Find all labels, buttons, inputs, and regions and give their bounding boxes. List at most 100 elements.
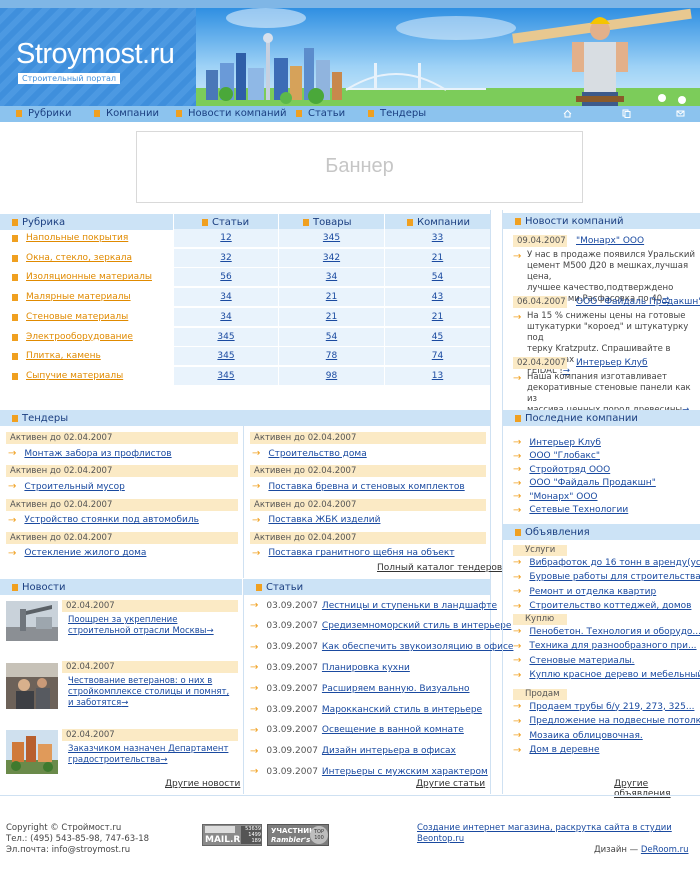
studio-link[interactable]: Создание интернет магазина, раскрутка са…	[417, 823, 700, 845]
rubric-companies-count[interactable]: 21	[385, 308, 490, 327]
other-ads-link[interactable]: Другие объявления	[614, 779, 700, 799]
article-item[interactable]: → 03.09.2007 Средиземноморский стиль в инт…	[250, 621, 511, 632]
home-icon[interactable]	[563, 109, 572, 118]
tender-link[interactable]: Устройство стоянки под автомобиль	[24, 515, 199, 525]
tender-item[interactable]: → Остекление жилого дома	[8, 548, 146, 559]
ad-link[interactable]: Дом в деревне	[529, 745, 599, 755]
news-photo-2[interactable]	[6, 663, 58, 709]
rubric-link[interactable]: Электрооборудование	[26, 328, 133, 347]
rubric-link[interactable]: Плитка, камень	[26, 347, 101, 366]
ad-link[interactable]: Мозаика облицовочная.	[529, 731, 642, 741]
ad-link[interactable]: Буровые работы для строительства...	[529, 572, 700, 582]
article-item[interactable]: → 03.09.2007 Как обеспечить звукоизоляцию …	[250, 642, 513, 653]
tender-link[interactable]: Поставка бревна и стеновых комплектов	[268, 482, 464, 492]
rubric-link[interactable]: Окна, стекло, зеркала	[26, 249, 132, 268]
rubric-link[interactable]: Изоляционные материалы	[26, 268, 152, 287]
other-news-link[interactable]: Другие новости	[165, 779, 240, 789]
company-link[interactable]: ООО "Глобакс"	[529, 451, 600, 461]
tenders-catalog-link[interactable]: Полный каталог тендеров	[377, 563, 502, 573]
ad-item[interactable]: → Куплю красное дерево и мебельный...	[513, 670, 700, 681]
article-link[interactable]: Освещение в ванной комнате	[322, 725, 464, 735]
mailru-counter[interactable]: MAIL.RU 53639 1499 189	[202, 824, 262, 846]
ad-item[interactable]: → Продаем трубы б/у 219, 273, 325...	[513, 701, 694, 712]
latest-company-item[interactable]: → "Монарх" ООО	[513, 491, 598, 502]
rubric-companies-count[interactable]: 45	[385, 328, 490, 347]
logo[interactable]: Stroymost.ru Строительный портал	[0, 8, 196, 106]
other-articles-link[interactable]: Другие статьи	[416, 779, 485, 789]
article-item[interactable]: → 03.09.2007 Марокканский стиль в интерьер…	[250, 704, 482, 715]
company-news-company-link[interactable]: Интерьер Клуб	[576, 358, 648, 368]
article-link[interactable]: Лестницы и ступеньки в ландшафте	[322, 601, 497, 611]
company-news-company-link[interactable]: "Монарх" ООО	[576, 236, 644, 246]
news-photo-3[interactable]	[6, 730, 58, 774]
company-link[interactable]: "Монарх" ООО	[529, 492, 597, 502]
ad-item[interactable]: → Вибрафоток до 16 тонн в аренду(услуги)	[513, 557, 700, 568]
tender-item[interactable]: → Поставка ЖБК изделий	[252, 515, 380, 526]
rubric-companies-count[interactable]: 21	[385, 249, 490, 268]
rubric-link[interactable]: Сыпучие материалы	[26, 367, 123, 386]
ad-item[interactable]: → Дом в деревне	[513, 745, 599, 756]
rubric-articles-count[interactable]: 345	[174, 367, 278, 386]
tender-link[interactable]: Поставка гранитного щебня на объект	[268, 548, 454, 558]
rubric-goods-count[interactable]: 78	[279, 347, 384, 366]
tender-link[interactable]: Поставка ЖБК изделий	[268, 515, 380, 525]
ad-link[interactable]: Предложение на подвесные потолки...	[529, 716, 700, 726]
latest-company-item[interactable]: → Стройотряд ООО	[513, 464, 610, 475]
ad-link[interactable]: Вибрафоток до 16 тонн в аренду(услуги)	[529, 558, 700, 568]
tender-item[interactable]: → Строительство дома	[252, 448, 367, 459]
rubric-articles-count[interactable]: 345	[174, 328, 278, 347]
tender-link[interactable]: Строительство дома	[268, 449, 366, 459]
article-link[interactable]: Дизайн интерьера в офисах	[322, 746, 456, 756]
article-item[interactable]: → 03.09.2007 Освещение в ванной комнате	[250, 725, 464, 736]
article-link[interactable]: Интерьеры с мужским характером	[322, 767, 488, 777]
article-item[interactable]: → 03.09.2007 Лестницы и ступеньки в ландша…	[250, 600, 497, 611]
rubric-name[interactable]: Сыпучие материалы	[12, 367, 123, 386]
copy-icon[interactable]	[622, 109, 631, 118]
rubric-companies-count[interactable]: 74	[385, 347, 490, 366]
tender-item[interactable]: → Устройство стоянки под автомобиль	[8, 515, 199, 526]
tender-link[interactable]: Монтаж забора из профлистов	[24, 449, 171, 459]
footer-email[interactable]: Эл.почта: info@stroymost.ru	[6, 845, 130, 856]
company-link[interactable]: Интерьер Клуб	[529, 438, 601, 448]
ad-link[interactable]: Техника для разнообразного при...	[529, 641, 696, 651]
nav-item-companies[interactable]: Компании	[94, 108, 159, 119]
tender-item[interactable]: → Поставка гранитного щебня на объект	[252, 548, 455, 559]
rubric-goods-count[interactable]: 34	[279, 268, 384, 287]
news-photo-1[interactable]	[6, 601, 58, 641]
ad-link[interactable]: Ремонт и отделка квартир	[529, 587, 656, 597]
rubric-companies-count[interactable]: 54	[385, 268, 490, 287]
rubric-name[interactable]: Окна, стекло, зеркала	[12, 249, 132, 268]
ad-item[interactable]: → Строительство коттеджей, домов	[513, 601, 691, 612]
rubric-link[interactable]: Малярные материалы	[26, 288, 131, 307]
ad-item[interactable]: → Буровые работы для строительства...	[513, 572, 700, 583]
company-link[interactable]: ООО "Файдаль Продакшн"	[529, 478, 655, 488]
rubric-goods-count[interactable]: 98	[279, 367, 384, 386]
article-link[interactable]: Расширяем ванную. Визуально	[322, 684, 470, 694]
rubric-goods-count[interactable]: 345	[279, 229, 384, 248]
rubric-companies-count[interactable]: 13	[385, 367, 490, 386]
rubric-articles-count[interactable]: 345	[174, 347, 278, 366]
company-link[interactable]: Стройотряд ООО	[529, 465, 610, 475]
rubric-goods-count[interactable]: 342	[279, 249, 384, 268]
ad-link[interactable]: Пенобетон. Технология и оборудо...	[529, 627, 700, 637]
rubric-name[interactable]: Электрооборудование	[12, 328, 133, 347]
ad-item[interactable]: → Пенобетон. Технология и оборудо...	[513, 626, 700, 637]
ad-link[interactable]: Продаем трубы б/у 219, 273, 325...	[529, 702, 694, 712]
banner-ad[interactable]: Баннер	[136, 131, 583, 203]
rubric-articles-count[interactable]: 34	[174, 288, 278, 307]
rubric-name[interactable]: Напольные покрытия	[12, 229, 128, 248]
rubric-goods-count[interactable]: 54	[279, 328, 384, 347]
nav-item-company-news[interactable]: Новости компаний	[176, 108, 287, 119]
tender-link[interactable]: Остекление жилого дома	[24, 548, 146, 558]
news-link[interactable]: Чествование ветеранов: о них в стройкомпл…	[68, 676, 238, 709]
latest-company-item[interactable]: → ООО "Файдаль Продакшн"	[513, 478, 656, 489]
ad-item[interactable]: → Техника для разнообразного при...	[513, 641, 697, 652]
company-news-company-link[interactable]: ООО "Файдаль Продакшн"	[576, 297, 700, 307]
latest-company-item[interactable]: → Интерьер Клуб	[513, 437, 601, 448]
ad-item[interactable]: → Предложение на подвесные потолки...	[513, 716, 700, 727]
article-item[interactable]: → 03.09.2007 Дизайн интерьера в офисах	[250, 746, 456, 757]
tender-link[interactable]: Строительный мусор	[24, 482, 124, 492]
rubric-articles-count[interactable]: 12	[174, 229, 278, 248]
ad-item[interactable]: → Ремонт и отделка квартир	[513, 586, 656, 597]
rambler-top100-counter[interactable]: УЧАСТНИК Rambler's TOP 100	[267, 824, 329, 846]
